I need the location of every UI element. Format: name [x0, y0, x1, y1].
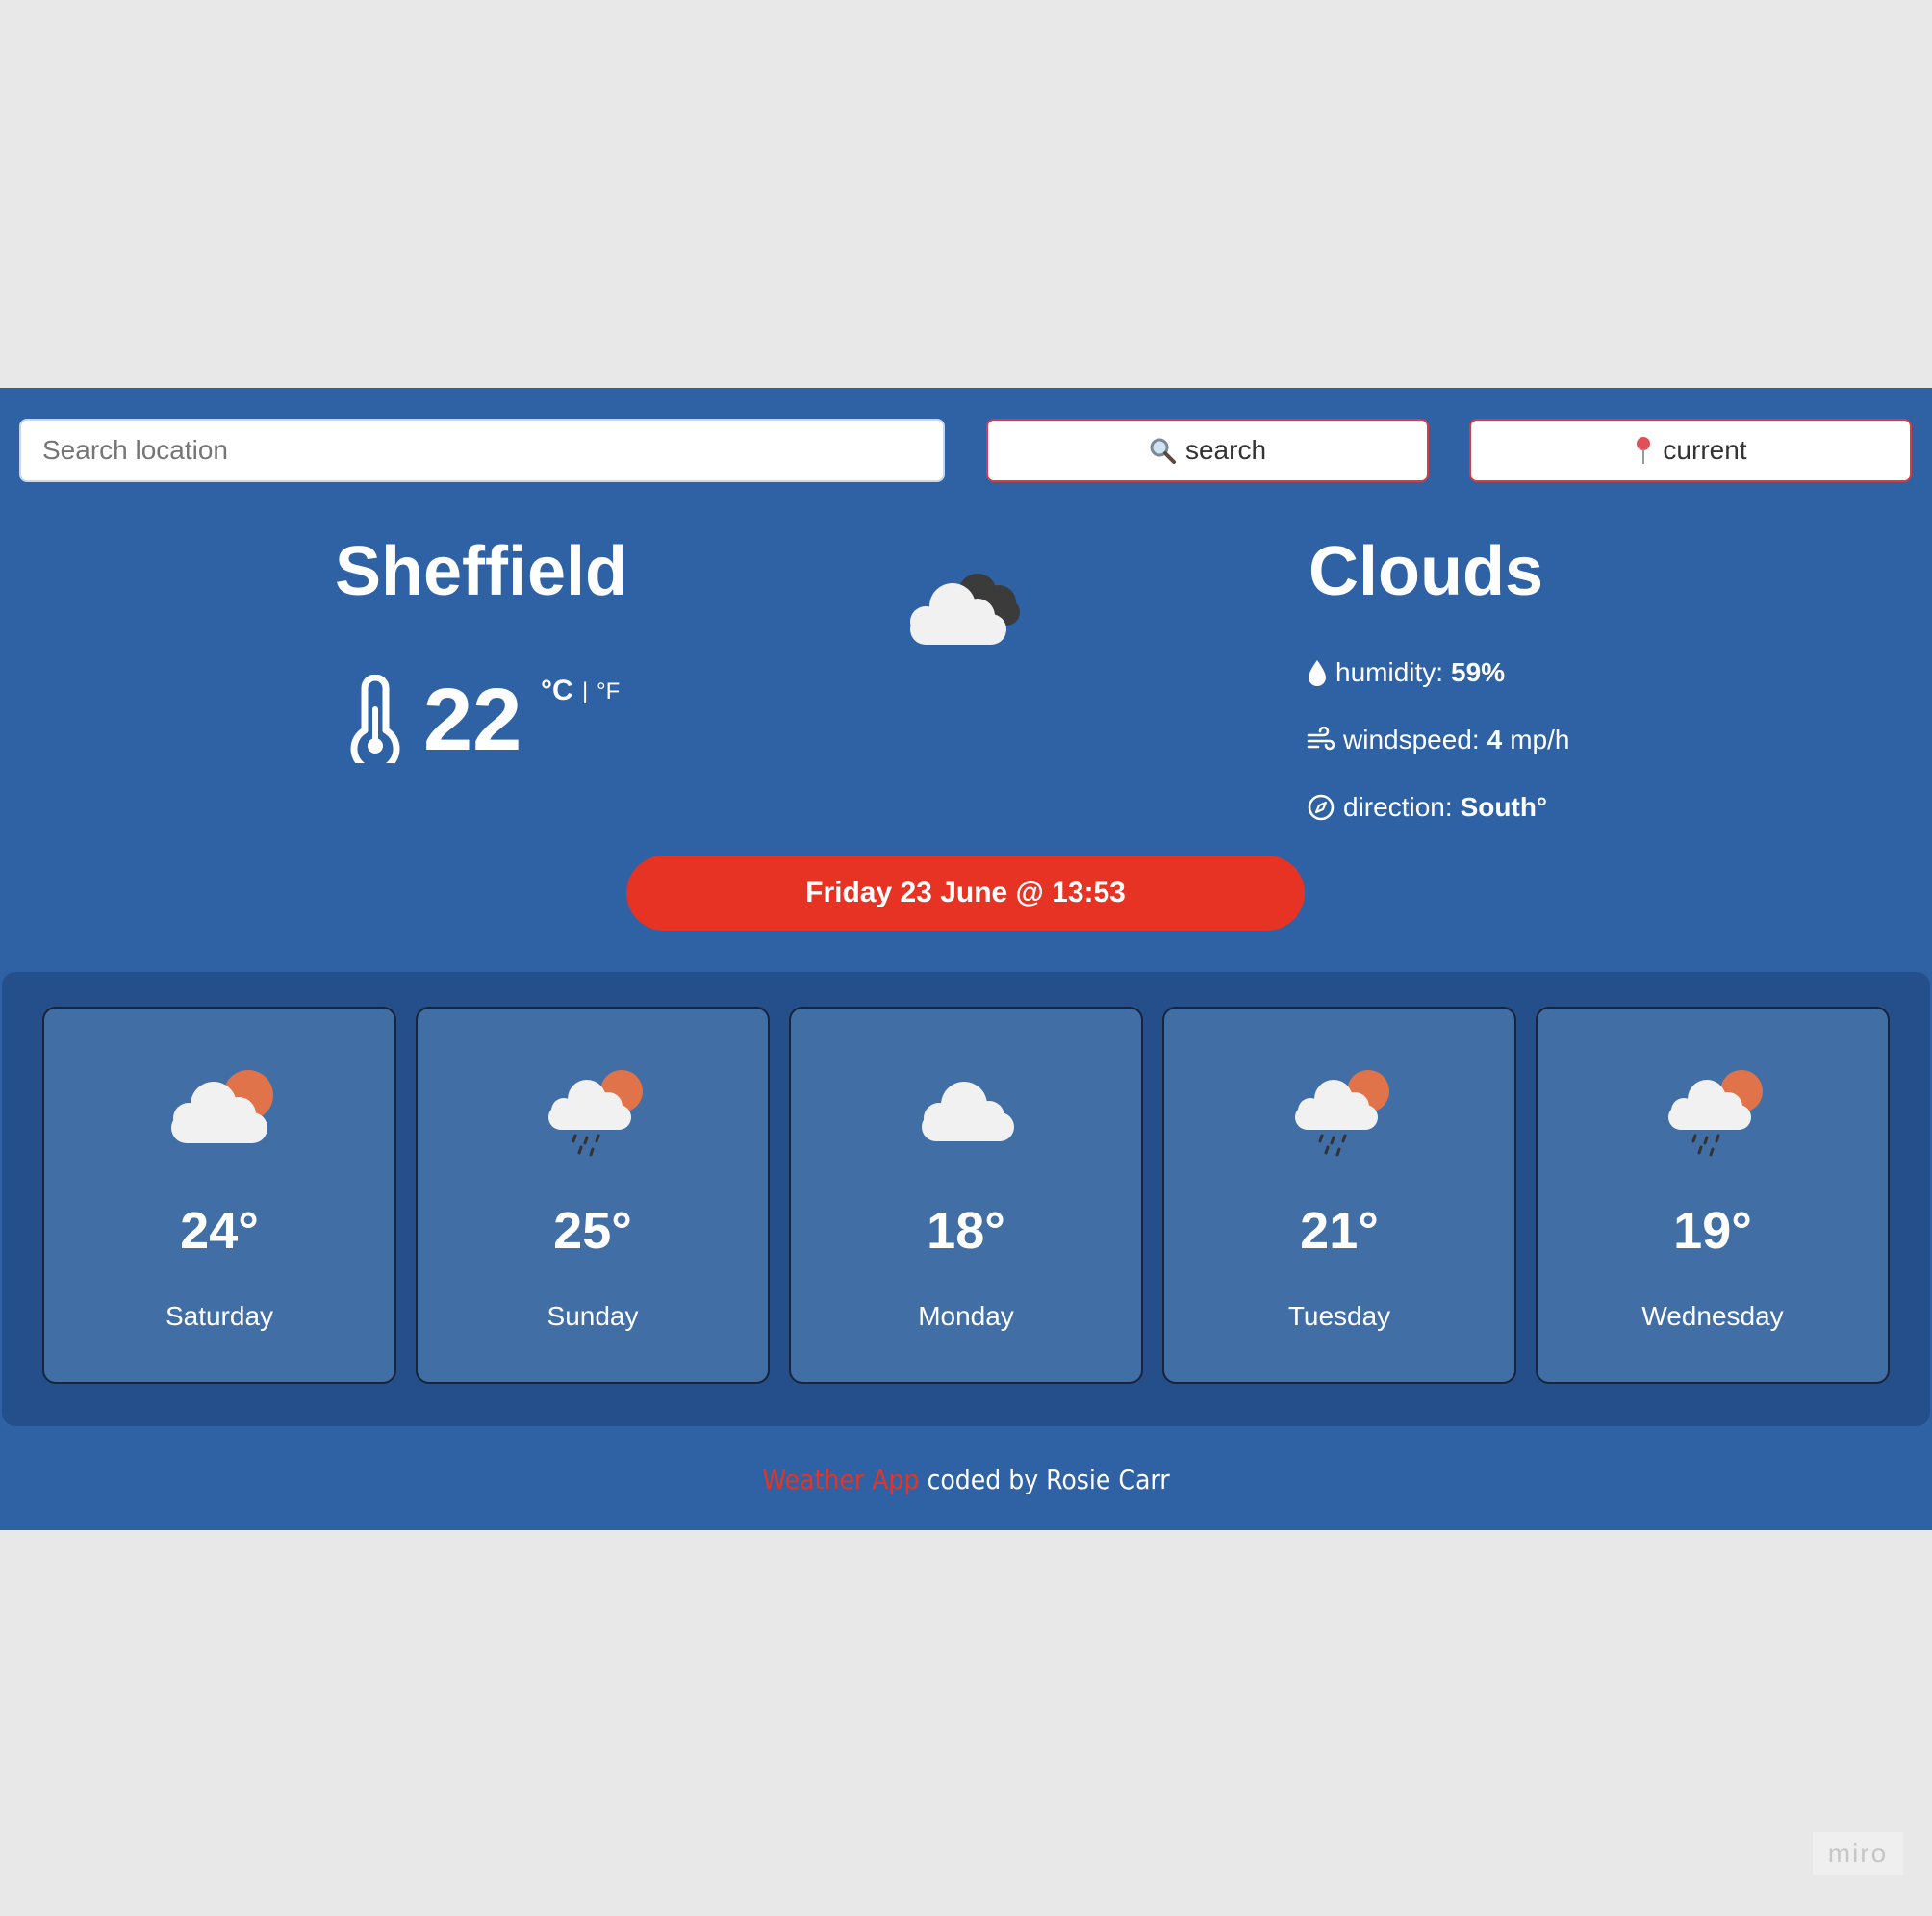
forecast-temp: 19° — [1673, 1202, 1752, 1260]
current-location-button[interactable]: current — [1469, 419, 1912, 482]
forecast-day: Tuesday — [1287, 1301, 1391, 1331]
forecast-card: 19° Wednesday — [1536, 1007, 1890, 1384]
wind-icon — [1307, 727, 1335, 751]
forecast-temp: 21° — [1300, 1202, 1379, 1260]
unit-separator: | — [582, 678, 589, 704]
footer-credit: coded by Rosie Carr — [919, 1464, 1170, 1495]
humidity-row: humidity: 59% — [1307, 657, 1505, 688]
date-time-badge: Friday 23 June @ 13:53 — [626, 856, 1305, 931]
search-button[interactable]: search — [986, 419, 1429, 482]
celsius-link[interactable]: °C — [541, 675, 573, 707]
windspeed-label: windspeed: — [1343, 725, 1480, 754]
droplet-icon — [1309, 660, 1326, 686]
footer: Weather App coded by Rosie Carr — [0, 1464, 1932, 1495]
forecast-day: Wednesday — [1641, 1301, 1784, 1331]
temperature-value: 22 — [423, 671, 522, 769]
forecast-temp: 24° — [180, 1202, 259, 1260]
forecast-day: Sunday — [547, 1301, 639, 1331]
city-name: Sheffield — [334, 533, 628, 610]
compass-icon — [1308, 794, 1335, 821]
direction-label: direction: — [1343, 792, 1453, 822]
fahrenheit-link[interactable]: °F — [597, 678, 620, 705]
forecast-card: 21° Tuesday — [1162, 1007, 1516, 1384]
forecast-panel: 24° Saturday 25° Sunday 18° Monday 21° T… — [2, 972, 1930, 1426]
rain-sun-icon — [1668, 1070, 1763, 1157]
weather-app: search current Sheffield 22 °C | °F — [0, 388, 1932, 1530]
windspeed-row: windspeed: 4 mp/h — [1307, 725, 1569, 755]
forecast-day: Saturday — [165, 1301, 274, 1331]
weather-condition: Clouds — [1309, 533, 1543, 610]
windspeed-unit: mp/h — [1510, 725, 1570, 754]
magnifier-icon — [1150, 438, 1176, 464]
thermometer-icon — [350, 675, 400, 763]
forecast-card: 25° Sunday — [416, 1007, 770, 1384]
forecast-card: 18° Monday — [789, 1007, 1143, 1384]
partly-cloudy-icon — [171, 1070, 273, 1143]
rain-sun-icon — [548, 1070, 643, 1157]
miro-watermark: miro — [1813, 1832, 1903, 1875]
pin-icon — [1637, 437, 1651, 464]
current-button-label: current — [1663, 435, 1747, 465]
search-input[interactable] — [19, 419, 945, 482]
windspeed-value: 4 — [1487, 725, 1503, 754]
direction-row: direction: South° — [1307, 792, 1547, 823]
direction-value: South° — [1460, 792, 1548, 822]
humidity-value: 59% — [1451, 657, 1506, 687]
humidity-label: humidity: — [1335, 657, 1444, 687]
forecast-temp: 25° — [553, 1202, 632, 1260]
forecast-temp: 18° — [927, 1202, 1005, 1260]
footer-repo-link[interactable]: Weather App — [762, 1464, 919, 1495]
forecast-day: Monday — [918, 1301, 1014, 1331]
broken-clouds-icon — [910, 574, 1020, 645]
forecast-card: 24° Saturday — [42, 1007, 396, 1384]
rain-sun-icon — [1295, 1070, 1389, 1157]
search-button-label: search — [1184, 435, 1267, 465]
cloud-icon — [922, 1082, 1014, 1141]
